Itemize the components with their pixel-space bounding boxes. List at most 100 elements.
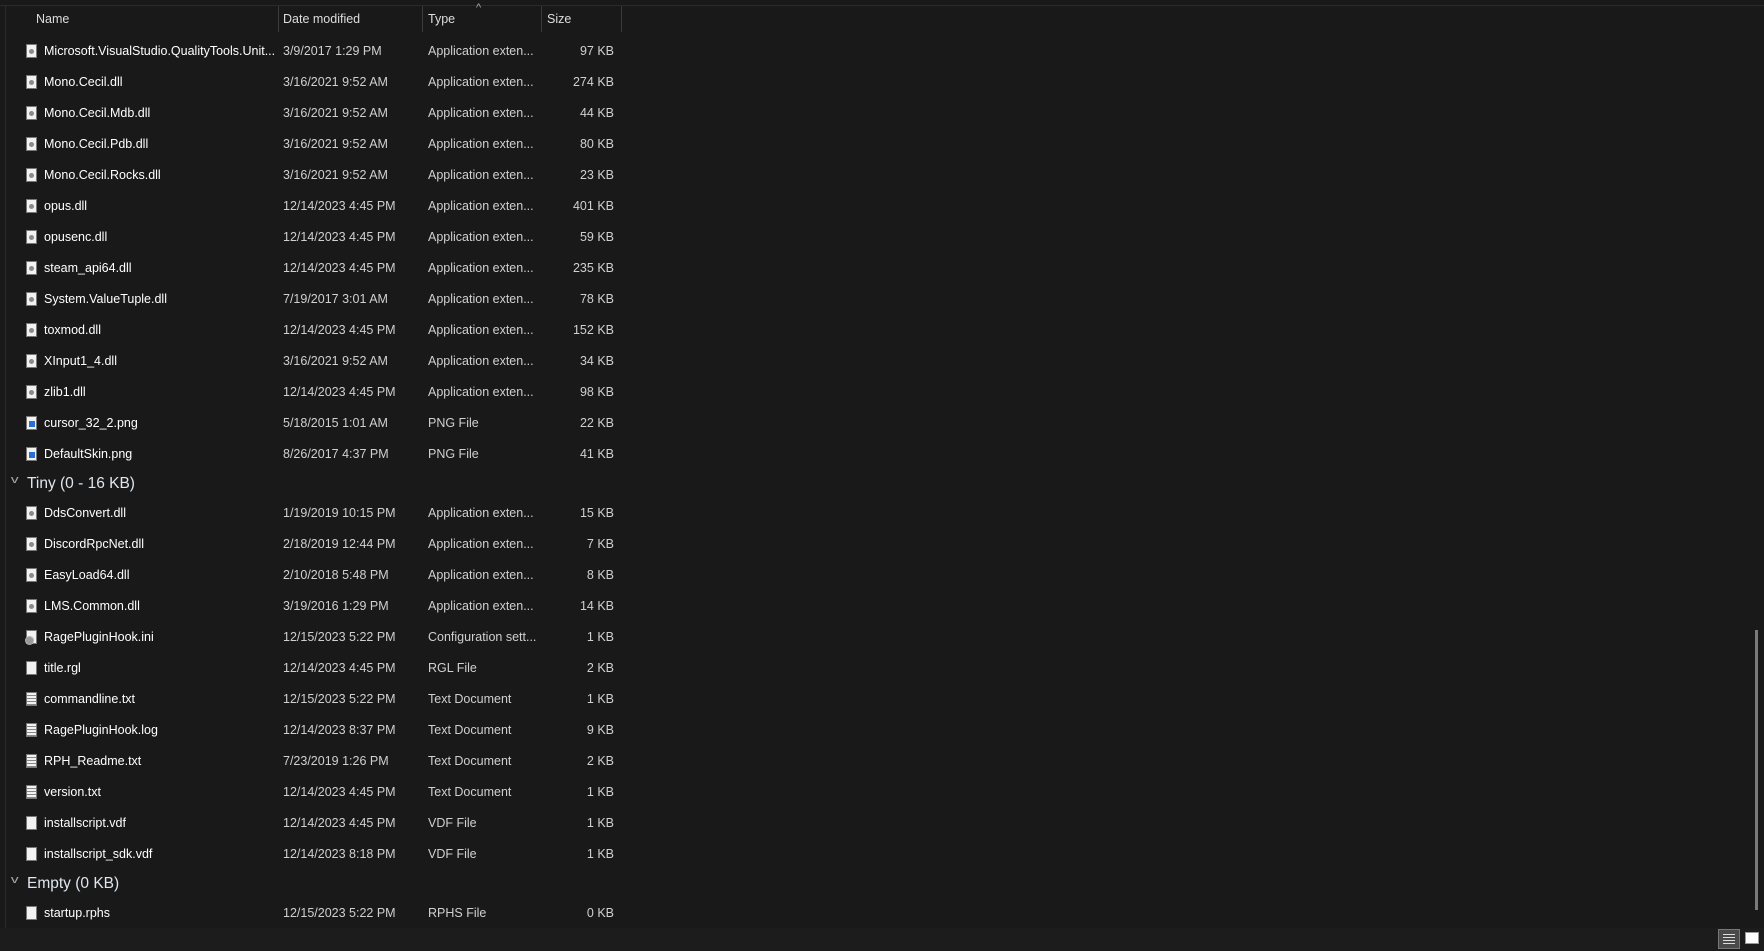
chevron-down-icon[interactable]: v <box>11 874 19 886</box>
vertical-scrollbar[interactable] <box>1755 630 1758 910</box>
file-name: System.ValueTuple.dll <box>44 292 167 306</box>
file-row[interactable]: DiscordRpcNet.dll 2/18/2019 12:44 PM Appli… <box>0 529 640 560</box>
file-date: 7/19/2017 3:01 AM <box>283 292 388 306</box>
file-size: 59 KB <box>579 230 614 244</box>
column-resize-handle[interactable] <box>621 6 622 32</box>
dll-file-icon <box>26 106 37 120</box>
file-type: VDF File <box>428 847 477 861</box>
file-row[interactable]: toxmod.dll 12/14/2023 4:45 PM Application … <box>0 315 640 346</box>
file-date: 7/23/2019 1:26 PM <box>283 754 389 768</box>
file-type: Application exten... <box>428 44 534 58</box>
file-size: 15 KB <box>579 506 614 520</box>
file-name: Mono.Cecil.Mdb.dll <box>44 106 151 120</box>
file-date: 12/15/2023 5:22 PM <box>283 630 396 644</box>
column-header: Name Date modified Type ^ Size <box>0 2 622 32</box>
file-row[interactable]: LMS.Common.dll 3/19/2016 1:29 PM Applicati… <box>0 591 640 622</box>
large-icons-view-button[interactable] <box>1743 929 1760 949</box>
file-row[interactable]: XInput1_4.dll 3/16/2021 9:52 AM Applicatio… <box>0 346 640 377</box>
file-row[interactable]: DefaultSkin.png 8/26/2017 4:37 PM PNG File… <box>0 439 640 470</box>
file-row[interactable]: Microsoft.VisualStudio.QualityTools.Unit… <box>0 36 640 67</box>
column-resize-handle[interactable] <box>541 6 542 32</box>
status-bar <box>0 928 1764 951</box>
file-name: zlib1.dll <box>44 385 86 399</box>
file-type: Configuration sett... <box>428 630 537 644</box>
column-resize-handle[interactable] <box>278 6 279 32</box>
file-name: startup.rphs <box>44 906 111 920</box>
file-date: 12/15/2023 5:22 PM <box>283 906 396 920</box>
file-size: 80 KB <box>579 137 614 151</box>
dll-file-icon <box>26 261 37 275</box>
file-row[interactable]: DdsConvert.dll 1/19/2019 10:15 PM Applicat… <box>0 498 640 529</box>
group-header[interactable]: v Empty (0 KB) <box>0 870 640 898</box>
dll-file-icon <box>26 506 37 520</box>
file-name: Microsoft.VisualStudio.QualityTools.Unit… <box>44 44 276 58</box>
file-row[interactable]: RPH_Readme.txt 7/23/2019 1:26 PM Text Docu… <box>0 746 640 777</box>
column-date-modified[interactable]: Date modified <box>283 6 360 32</box>
blank-file-icon <box>26 847 37 861</box>
file-size: 0 KB <box>586 906 614 920</box>
chevron-down-icon[interactable]: v <box>11 474 19 486</box>
file-size: 1 KB <box>586 785 614 799</box>
file-size: 23 KB <box>579 168 614 182</box>
file-size: 7 KB <box>586 537 614 551</box>
file-row[interactable]: Mono.Cecil.Mdb.dll 3/16/2021 9:52 AM Appli… <box>0 98 640 129</box>
file-row[interactable]: title.rgl 12/14/2023 4:45 PM RGL File 2 KB <box>0 653 640 684</box>
file-name: LMS.Common.dll <box>44 599 140 613</box>
dll-file-icon <box>26 137 37 151</box>
file-row[interactable]: installscript.vdf 12/14/2023 4:45 PM VDF F… <box>0 808 640 839</box>
file-row[interactable]: installscript_sdk.vdf 12/14/2023 8:18 PM V… <box>0 839 640 870</box>
file-row[interactable]: Mono.Cecil.dll 3/16/2021 9:52 AM Applicati… <box>0 67 640 98</box>
blank-file-icon <box>26 816 37 830</box>
file-date: 12/14/2023 4:45 PM <box>283 385 396 399</box>
column-resize-handle[interactable] <box>422 6 423 32</box>
file-type: PNG File <box>428 447 479 461</box>
chevron-up-icon: ^ <box>476 2 482 14</box>
file-row[interactable]: RagePluginHook.ini 12/15/2023 5:22 PM Conf… <box>0 622 640 653</box>
group-header[interactable]: v Tiny (0 - 16 KB) <box>0 470 640 498</box>
file-list: Microsoft.VisualStudio.QualityTools.Unit… <box>0 36 640 929</box>
file-row[interactable]: RagePluginHook.log 12/14/2023 8:37 PM Text… <box>0 715 640 746</box>
file-size: 2 KB <box>586 754 614 768</box>
file-row[interactable]: version.txt 12/14/2023 4:45 PM Text Docume… <box>0 777 640 808</box>
file-type: RPHS File <box>428 906 487 920</box>
file-type: Application exten... <box>428 537 534 551</box>
dll-file-icon <box>26 230 37 244</box>
group-label: Empty (0 KB) <box>27 875 120 892</box>
file-type: PNG File <box>428 416 479 430</box>
file-row[interactable]: opusenc.dll 12/14/2023 4:45 PM Application… <box>0 222 640 253</box>
file-row[interactable]: System.ValueTuple.dll 7/19/2017 3:01 AM Ap… <box>0 284 640 315</box>
file-date: 3/16/2021 9:52 AM <box>283 168 388 182</box>
column-name[interactable]: Name <box>36 6 69 32</box>
file-row[interactable]: commandline.txt 12/15/2023 5:22 PM Text Do… <box>0 684 640 715</box>
dll-file-icon <box>26 75 37 89</box>
file-row[interactable]: steam_api64.dll 12/14/2023 4:45 PM Applica… <box>0 253 640 284</box>
file-date: 12/14/2023 8:37 PM <box>283 723 396 737</box>
column-size[interactable]: Size <box>547 6 571 32</box>
dll-file-icon <box>26 568 37 582</box>
file-name: EasyLoad64.dll <box>44 568 130 582</box>
file-row[interactable]: opus.dll 12/14/2023 4:45 PM Application ex… <box>0 191 640 222</box>
file-row[interactable]: cursor_32_2.png 5/18/2015 1:01 AM PNG File… <box>0 408 640 439</box>
file-type: RGL File <box>428 661 477 675</box>
file-size: 2 KB <box>586 661 614 675</box>
file-date: 2/18/2019 12:44 PM <box>283 537 396 551</box>
file-row[interactable]: zlib1.dll 12/14/2023 4:45 PM Application e… <box>0 377 640 408</box>
file-date: 12/15/2023 5:22 PM <box>283 692 396 706</box>
file-date: 1/19/2019 10:15 PM <box>283 506 396 520</box>
file-row[interactable]: startup.rphs 12/15/2023 5:22 PM RPHS File 0… <box>0 898 640 929</box>
file-row[interactable]: Mono.Cecil.Rocks.dll 3/16/2021 9:52 AM App… <box>0 160 640 191</box>
file-size: 78 KB <box>579 292 614 306</box>
file-name: commandline.txt <box>44 692 136 706</box>
file-name: toxmod.dll <box>44 323 101 337</box>
file-size: 22 KB <box>579 416 614 430</box>
file-type: VDF File <box>428 816 477 830</box>
file-size: 9 KB <box>586 723 614 737</box>
details-view-button[interactable] <box>1718 929 1740 949</box>
file-type: Application exten... <box>428 75 534 89</box>
file-row[interactable]: Mono.Cecil.Pdb.dll 3/16/2021 9:52 AM Appli… <box>0 129 640 160</box>
column-type[interactable]: Type <box>428 6 455 32</box>
file-row[interactable]: EasyLoad64.dll 2/10/2018 5:48 PM Applicati… <box>0 560 640 591</box>
file-date: 8/26/2017 4:37 PM <box>283 447 389 461</box>
file-name: DdsConvert.dll <box>44 506 126 520</box>
file-size: 98 KB <box>579 385 614 399</box>
